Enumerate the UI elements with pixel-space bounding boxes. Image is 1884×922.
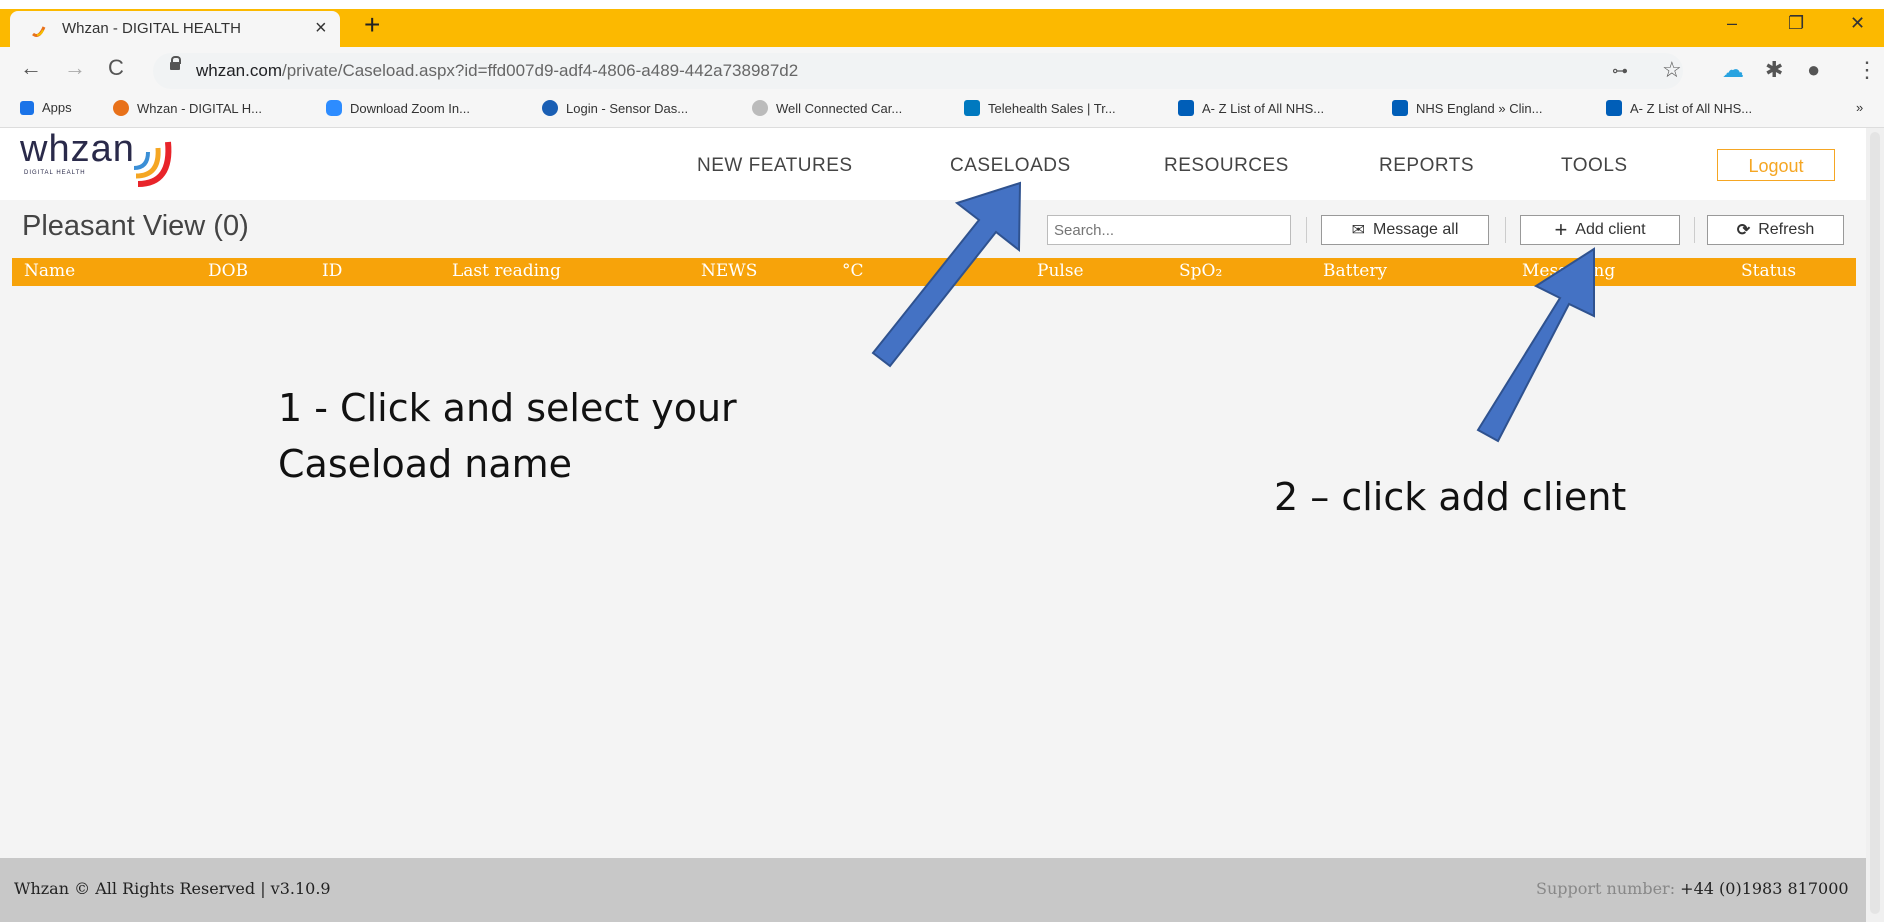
support-number: +44 (0)1983 817000 [1680, 879, 1849, 898]
annotation-step-1-line-1: 1 - Click and select your [278, 386, 737, 430]
annotation-step-2: 2 – click add client [1274, 475, 1627, 519]
footer-support: Support number: +44 (0)1983 817000 [1536, 879, 1849, 898]
arrow-to-caseloads [871, 181, 1022, 368]
footer-copyright: Whzan © All Rights Reserved | v3.10.9 [14, 879, 331, 898]
arrow-to-add-client [1476, 247, 1595, 443]
annotation-step-1: 1 - Click and select your Caseload name [278, 380, 737, 492]
annotation-step-1-line-2: Caseload name [278, 442, 573, 486]
support-label: Support number: [1536, 879, 1676, 898]
scrollbar-thumb[interactable] [1870, 132, 1880, 914]
